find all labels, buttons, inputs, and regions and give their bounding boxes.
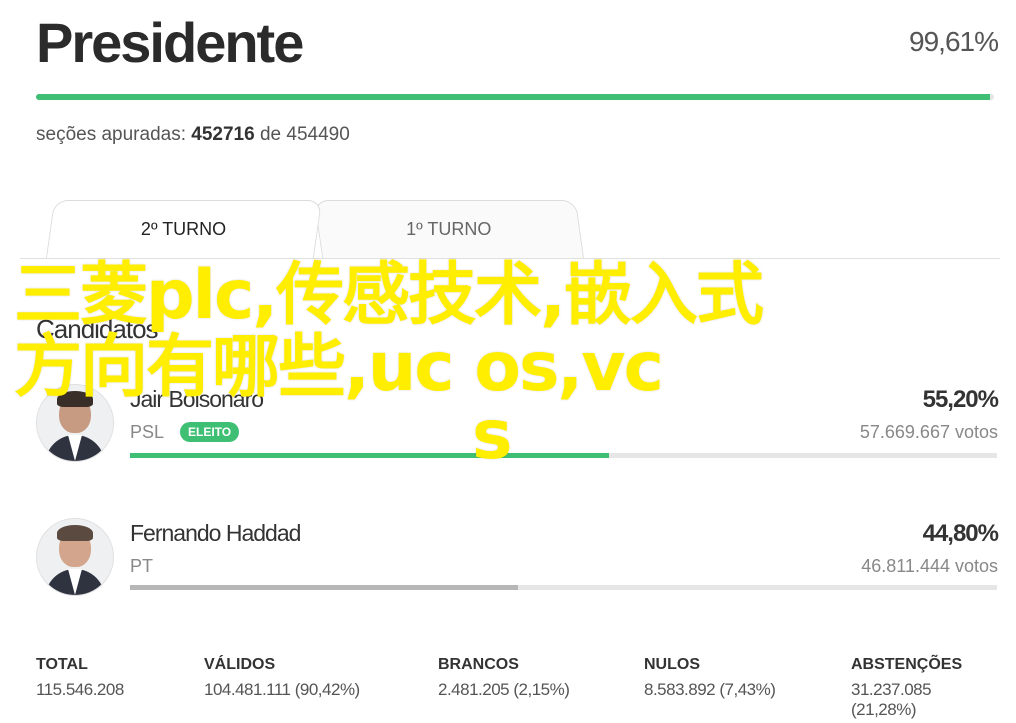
watermark-overlay-text: 三菱plc,传感技术,嵌入式 方向有哪些,uc os,vc s	[14, 256, 814, 470]
sections-counted-value: 452716	[191, 124, 255, 145]
avatar	[36, 518, 114, 596]
sections-counted: seções apuradas: 452716 de 454490	[36, 124, 350, 146]
stat-label: BRANCOS	[438, 656, 519, 673]
overlay-line-1: 三菱plc,传感技术,嵌入式	[14, 256, 764, 335]
stat-value: 104.481.111 (90,42%)	[204, 680, 360, 699]
candidate-percent: 44,80%	[922, 520, 999, 547]
stat-label: VÁLIDOS	[204, 656, 276, 673]
stat-value: 2.481.205 (2,15%)	[438, 680, 570, 699]
elected-badge: ELEITO	[180, 422, 240, 442]
candidate-party: PSL	[130, 422, 165, 442]
stat-total: TOTAL 115.546.208	[36, 656, 124, 700]
stat-value: 8.583.892 (7,43%)	[644, 680, 776, 699]
candidate-vote-bar	[130, 585, 997, 590]
counting-progress-bar	[36, 94, 994, 100]
sections-of-label: de	[259, 124, 282, 145]
tab-second-round[interactable]: 2º TURNO	[45, 200, 323, 258]
tab-first-round[interactable]: 1º TURNO	[313, 200, 585, 258]
tab-second-round-label: 2º TURNO	[141, 219, 227, 239]
stat-value: 31.237.085 (21,28%)	[851, 680, 932, 719]
stat-blank: BRANCOS 2.481.205 (2,15%)	[438, 656, 570, 700]
stat-value: 115.546.208	[36, 680, 124, 699]
overlay-line-3: s	[472, 396, 513, 475]
stat-null: NULOS 8.583.892 (7,43%)	[644, 656, 776, 700]
candidate-party: PT	[130, 556, 154, 576]
candidate-vote-bar	[130, 453, 997, 458]
candidate-name: Fernando Haddad	[130, 520, 301, 546]
tab-first-round-label: 1º TURNO	[406, 219, 492, 239]
page-title: Presidente	[36, 11, 304, 74]
candidate-vote-bar-fill	[130, 585, 519, 590]
counting-progress-fill	[36, 94, 991, 100]
overlay-line-2: 方向有哪些,uc os,vc	[14, 328, 664, 407]
stat-valid: VÁLIDOS 104.481.111 (90,42%)	[204, 656, 360, 700]
candidate-votes: 57.669.667 votos	[859, 422, 998, 442]
sections-total-value: 454490	[286, 124, 350, 145]
stat-label: ABSTENÇÕES	[851, 656, 963, 673]
candidate-vote-bar-fill	[130, 453, 609, 458]
counted-percent: 99,61%	[909, 26, 999, 57]
candidate-votes: 46.811.444 votos	[861, 556, 998, 576]
stat-label: NULOS	[644, 656, 700, 673]
stat-abstentions: ABSTENÇÕES 31.237.085 (21,28%)	[851, 656, 998, 720]
sections-label: seções apuradas:	[36, 124, 186, 145]
candidate-percent: 55,20%	[922, 386, 999, 413]
stat-label: TOTAL	[36, 656, 88, 673]
